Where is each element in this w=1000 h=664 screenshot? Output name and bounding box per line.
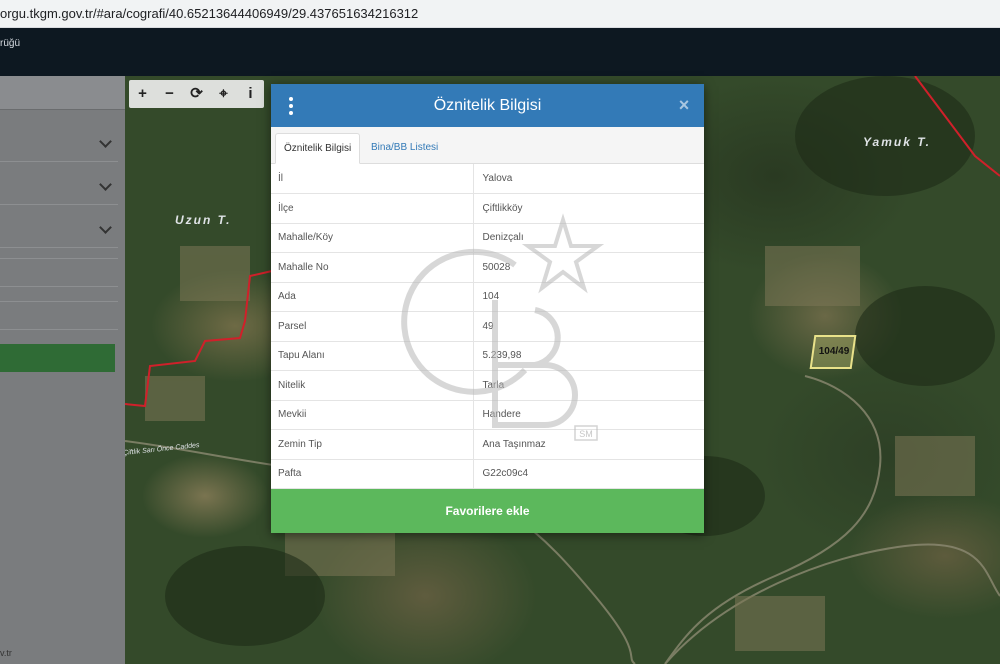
table-row: Tapu Alanı 5.239,98 [271, 341, 704, 371]
attribute-key: Tapu Alanı [271, 341, 474, 371]
table-row: İlçe Çiftlikköy [271, 193, 704, 224]
attribute-value: Ana Taşınmaz [473, 429, 704, 460]
info-icon[interactable]: i [237, 80, 264, 108]
divider [0, 258, 118, 259]
sidebar-header [0, 76, 125, 110]
sidebar-footer-text: v.tr [0, 648, 12, 658]
table-row: Mevkii Handere [271, 400, 704, 430]
attribute-value: Handere [473, 400, 704, 430]
dialog-title: Öznitelik Bilgisi [433, 97, 542, 114]
attribute-value: 49 [473, 311, 704, 342]
neighborhood-select[interactable] [0, 214, 118, 248]
chevron-down-icon [99, 221, 112, 234]
zoom-in-icon[interactable]: + [129, 80, 156, 108]
query-button[interactable] [0, 344, 115, 372]
app-header: rüğü [0, 28, 1000, 76]
refresh-icon[interactable]: ⟳ [183, 80, 210, 108]
attribute-key: Ada [271, 282, 474, 312]
tab-building-list[interactable]: Bina/BB Listesi [363, 133, 446, 164]
attribute-dialog: Öznitelik Bilgisi × Öznitelik Bilgisi Bi… [271, 84, 704, 533]
search-sidebar: v.tr [0, 76, 125, 664]
add-to-favorites-button[interactable]: Favorilere ekle [271, 489, 704, 533]
attribute-key: Pafta [271, 459, 474, 489]
attribute-key: Nitelik [271, 370, 474, 401]
attribute-value: 104 [473, 282, 704, 312]
table-row: İl Yalova [271, 164, 704, 194]
tab-attribute-info[interactable]: Öznitelik Bilgisi [275, 133, 361, 164]
zoom-out-icon[interactable]: − [156, 80, 183, 108]
table-row: Mahalle No 50028 [271, 252, 704, 283]
block-input[interactable] [0, 286, 118, 287]
attribute-key: İl [271, 164, 474, 194]
attribute-key: Mevkii [271, 400, 474, 430]
attribute-value: 5.239,98 [473, 341, 704, 371]
attribute-value: 50028 [473, 252, 704, 283]
browser-address-bar[interactable]: orgu.tkgm.gov.tr/#ara/cografi/40.6521364… [0, 0, 1000, 28]
attribute-key: Mahalle No [271, 252, 474, 283]
url-text[interactable]: orgu.tkgm.gov.tr/#ara/cografi/40.6521364… [0, 4, 418, 24]
map-label-yamuk: Yamuk T. [863, 135, 932, 149]
attribute-value: Denizçalı [473, 223, 704, 253]
close-icon[interactable]: × [674, 94, 694, 116]
locate-icon[interactable]: ⌖ [210, 80, 237, 108]
attribute-key: Zemin Tip [271, 429, 474, 460]
table-row: Nitelik Tarla [271, 370, 704, 401]
divider [0, 301, 118, 302]
table-row: Zemin Tip Ana Taşınmaz [271, 429, 704, 460]
dialog-header: Öznitelik Bilgisi × [271, 84, 704, 127]
parcel-input[interactable] [0, 329, 118, 330]
attribute-value: Tarla [473, 370, 704, 401]
province-select[interactable] [0, 128, 118, 162]
chevron-down-icon [99, 178, 112, 191]
attribute-value: Çiftlikköy [473, 193, 704, 224]
district-select[interactable] [0, 171, 118, 205]
table-row: Parsel 49 [271, 311, 704, 342]
attribute-key: Parsel [271, 311, 474, 342]
map-label-uzun: Uzun T. [175, 213, 232, 227]
chevron-down-icon [99, 135, 112, 148]
parcel-label: 104/49 [818, 346, 850, 357]
attribute-key: İlçe [271, 193, 474, 224]
table-row: Mahalle/Köy Denizçalı [271, 223, 704, 253]
app-brand-text: rüğü [0, 38, 21, 49]
table-row: Pafta G22c09c4 [271, 459, 704, 489]
table-row: Ada 104 [271, 282, 704, 312]
dialog-tabs: Öznitelik Bilgisi Bina/BB Listesi [271, 127, 704, 164]
map-toolbar: + − ⟳ ⌖ i [129, 80, 264, 108]
attribute-value: G22c09c4 [473, 459, 704, 489]
attribute-key: Mahalle/Köy [271, 223, 474, 253]
attribute-table: İl Yalova İlçe Çiftlikköy Mahalle/Köy Denizça… [271, 164, 704, 489]
attribute-value: Yalova [473, 164, 704, 194]
